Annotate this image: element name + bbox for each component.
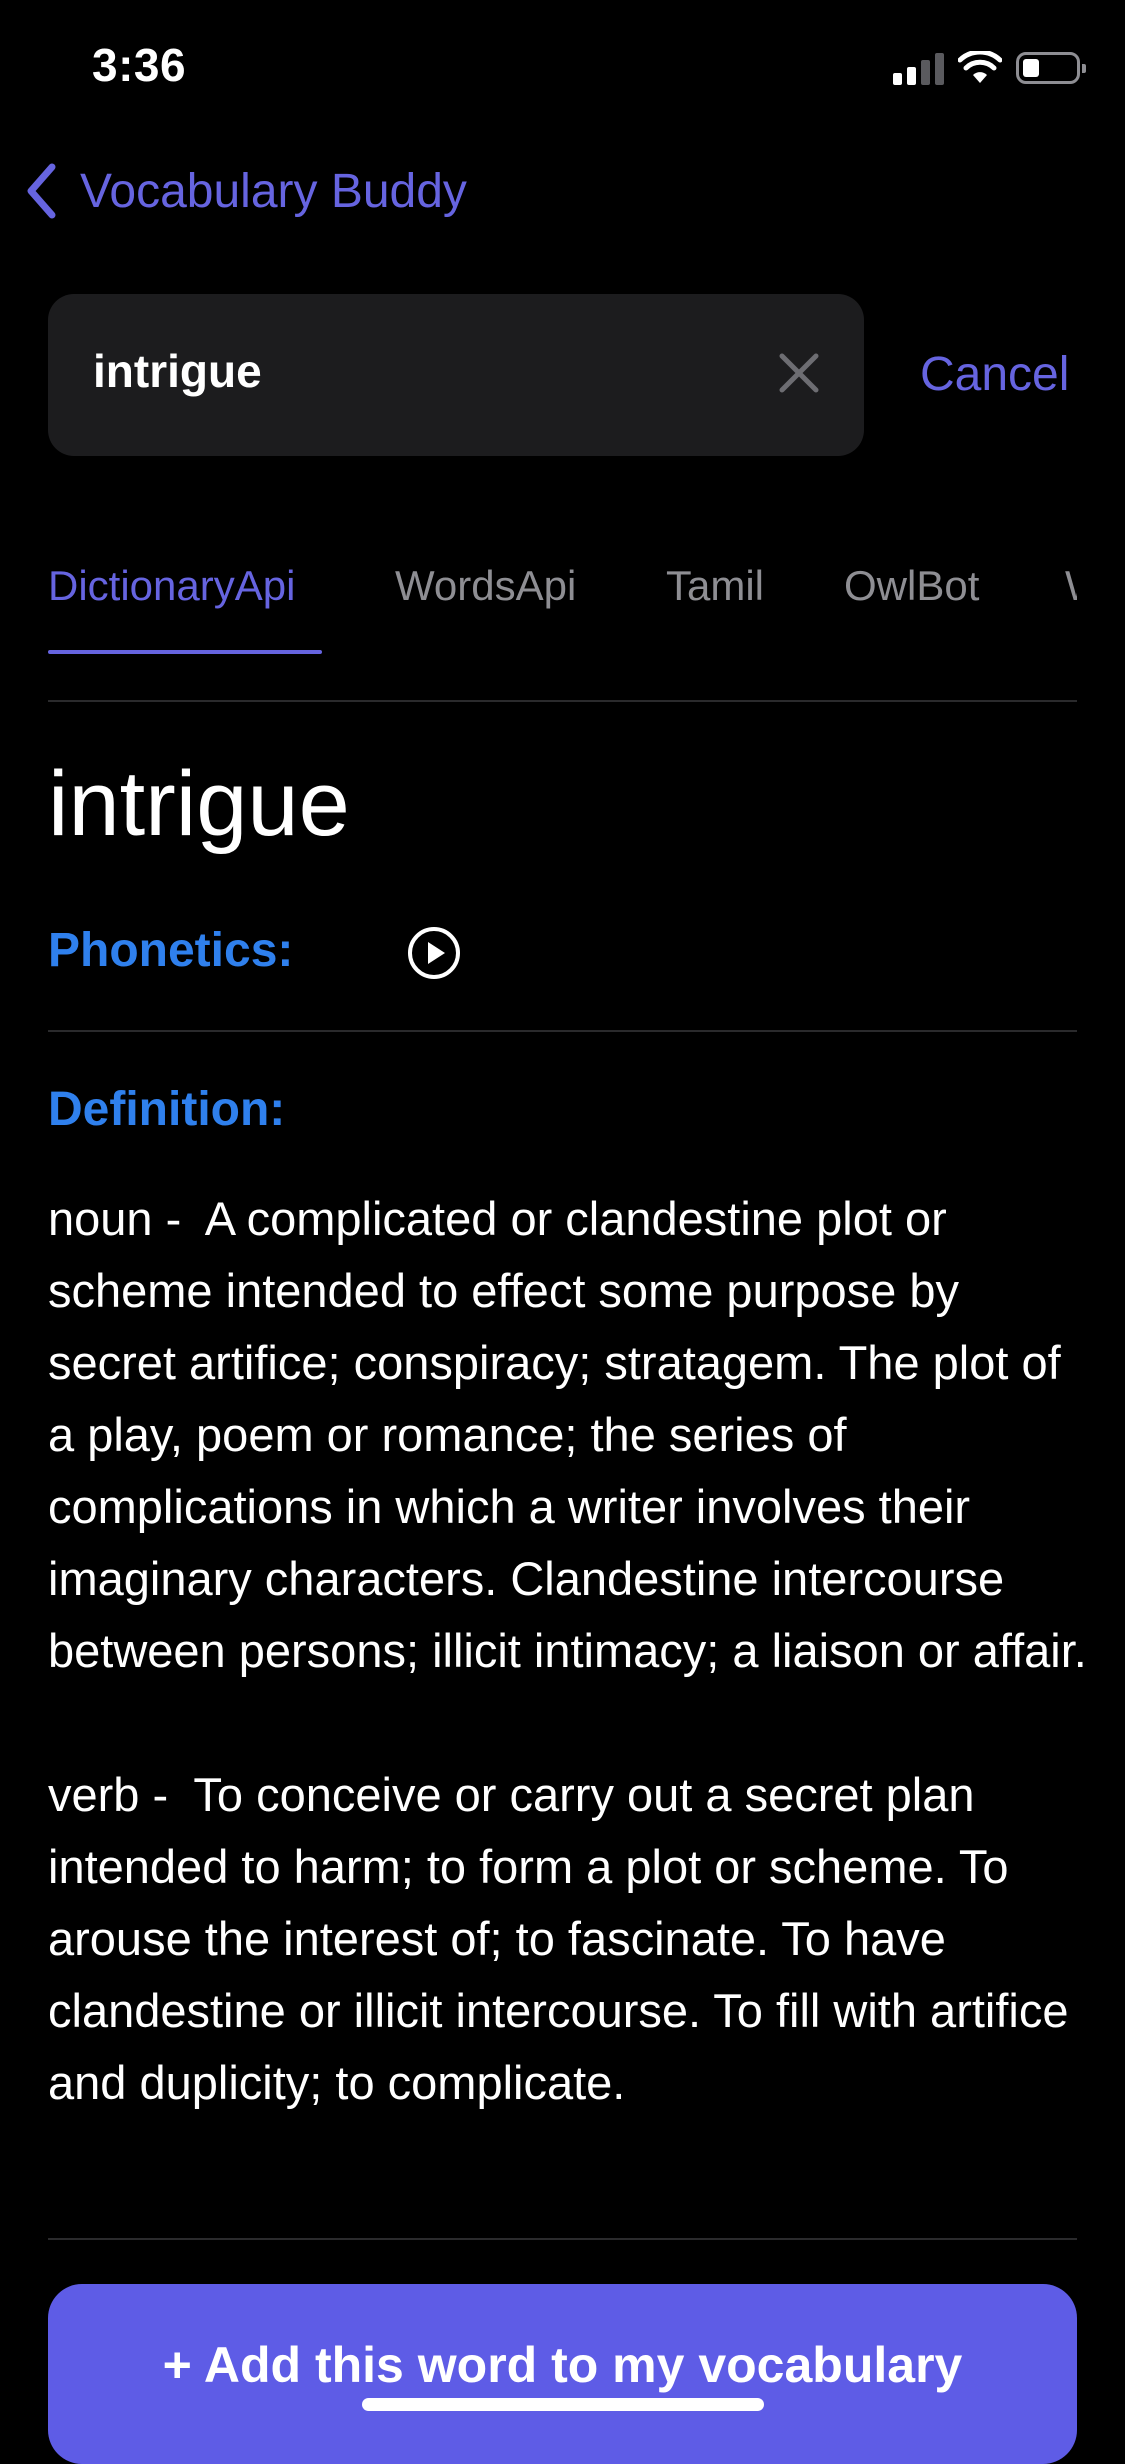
play-icon[interactable] [406, 925, 462, 981]
definition-label: Definition: [48, 1083, 286, 1136]
clear-icon[interactable] [774, 348, 824, 398]
cancel-button[interactable]: Cancel [920, 347, 1069, 402]
search-input[interactable]: intrigue [48, 294, 864, 456]
tab-partial[interactable]: W [1065, 562, 1077, 610]
wifi-icon [958, 51, 1002, 83]
tab-wordsapi[interactable]: WordsApi [395, 562, 576, 610]
tab-dictionaryapi[interactable]: DictionaryApi [48, 562, 295, 610]
home-indicator [362, 2398, 764, 2411]
tabs-divider [48, 700, 1077, 702]
tab-overflow-clip: W [1065, 562, 1077, 622]
phonetics-divider [48, 1030, 1077, 1032]
definition-divider [48, 2238, 1077, 2240]
word-title: intrigue [48, 753, 350, 855]
search-value[interactable]: intrigue [93, 344, 262, 398]
status-icons [893, 48, 1086, 88]
tab-owlbot[interactable]: OwlBot [844, 562, 979, 610]
signal-icon [893, 51, 944, 85]
chevron-left-icon [27, 163, 56, 219]
battery-icon [1016, 52, 1086, 84]
tab-indicator [48, 650, 322, 654]
add-word-button[interactable]: + Add this word to my vocabulary [48, 2284, 1077, 2464]
definition-text: noun - A complicated or clandestine plot… [48, 1192, 1087, 2109]
phonetics-label: Phonetics: [48, 924, 294, 977]
back-button[interactable]: Vocabulary Buddy [24, 162, 467, 220]
tab-tamil[interactable]: Tamil [666, 562, 764, 610]
status-time: 3:36 [92, 39, 187, 91]
back-label: Vocabulary Buddy [80, 164, 467, 218]
